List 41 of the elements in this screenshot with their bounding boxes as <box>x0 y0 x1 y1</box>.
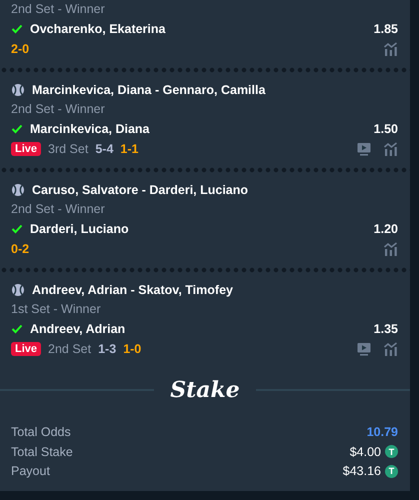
odds-value: 1.35 <box>374 322 398 336</box>
stake-logo: Stake <box>169 376 241 402</box>
market-name: 1st Set - Winner <box>11 301 102 318</box>
stats-chart-icon <box>384 142 398 156</box>
live-badge: Live <box>11 342 42 356</box>
stats-chart-icon <box>384 242 398 256</box>
selection-name: Ovcharenko, Ekaterina <box>30 22 166 36</box>
tennis-ball-icon <box>11 283 25 298</box>
game-score: 0-2 <box>11 242 30 256</box>
period-label: 3rd Set <box>48 142 88 156</box>
game-score: 2-0 <box>11 42 30 56</box>
total-label: Total Odds <box>11 425 71 440</box>
odds-value: 1.85 <box>374 22 398 36</box>
odds-value: 1.50 <box>374 122 398 136</box>
set-score: 5-4 <box>95 142 114 156</box>
market-name: 2nd Set - Winner <box>11 1 106 18</box>
event-title: Marcinkevica, Diana - Gennaro, Camilla <box>32 83 266 98</box>
tennis-ball-icon <box>11 83 25 98</box>
set-score: 1-3 <box>98 342 116 356</box>
coin-icon: T <box>385 445 398 458</box>
total-value: 10.79 <box>366 425 398 440</box>
game-score: 1-1 <box>120 142 138 156</box>
selection-name: Andreev, Adrian <box>30 322 126 336</box>
stats-chart-icon <box>384 342 398 356</box>
total-value: $43.16 <box>342 464 381 478</box>
market-name: 2nd Set - Winner <box>11 101 106 118</box>
game-score: 1-0 <box>123 342 142 356</box>
stats-chart-icon <box>384 42 398 56</box>
live-badge: Live <box>11 142 42 156</box>
odds-value: 1.20 <box>374 222 398 236</box>
selection-name: Marcinkevica, Diana <box>30 122 151 136</box>
selection-name: Darderi, Luciano <box>30 222 130 236</box>
total-label: Total Stake <box>11 444 73 459</box>
market-name: 2nd Set - Winner <box>11 201 106 218</box>
period-label: 2nd Set <box>48 342 92 356</box>
total-value: $4.00 <box>350 444 381 459</box>
coin-icon: T <box>385 464 398 478</box>
total-label: Payout <box>11 464 50 478</box>
event-title: Caruso, Salvatore - Darderi, Luciano <box>32 183 248 198</box>
tennis-ball-icon <box>11 183 25 198</box>
event-title: Andreev, Adrian - Skatov, Timofey <box>32 283 233 298</box>
